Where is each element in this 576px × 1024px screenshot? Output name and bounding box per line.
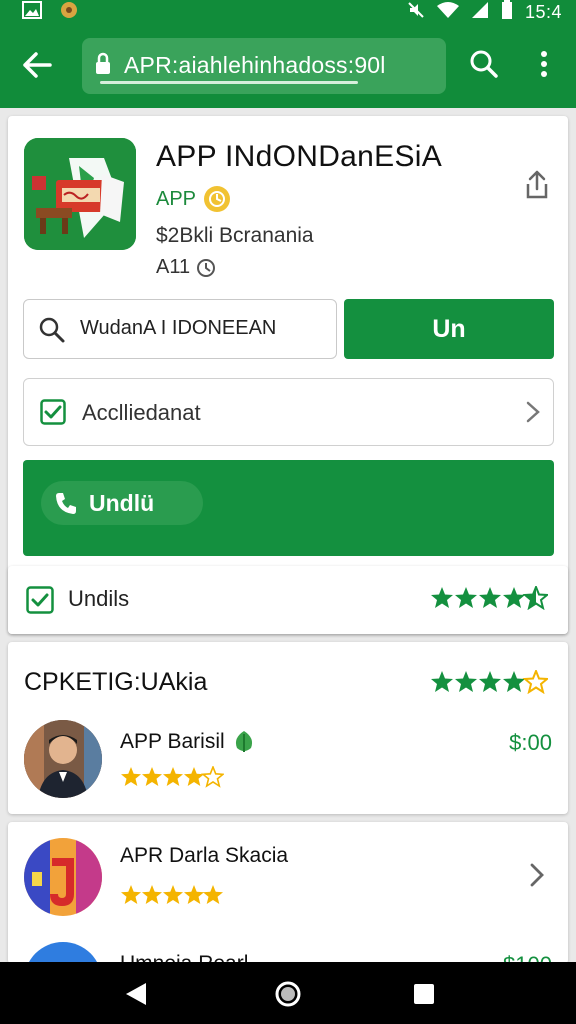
search-icon (470, 50, 498, 78)
app-developer[interactable]: APP (156, 186, 231, 212)
leaf-badge-icon (235, 731, 252, 752)
back-button[interactable] (14, 42, 60, 88)
square-recents-icon (414, 984, 434, 1004)
list-item-rating (120, 884, 224, 911)
checkbox-checked-icon (40, 399, 66, 425)
undils-label: Undils (68, 586, 130, 611)
notification-icon (60, 1, 78, 24)
list-item-label: APR Darla Skacia (120, 844, 289, 867)
chevron-right-icon (526, 401, 540, 423)
lock-icon (94, 52, 112, 81)
more-vertical-icon (541, 51, 547, 77)
mute-icon (407, 1, 425, 24)
call-pill-button[interactable]: Undlü (41, 481, 203, 525)
address-bar[interactable]: APR:aiahlehinhadoss:90l (82, 38, 446, 94)
nav-home-button[interactable] (268, 974, 308, 1014)
checkbox-row-label: Acclliedanat (82, 400, 201, 425)
circle-home-icon (275, 981, 301, 1007)
nav-recents-button[interactable] (404, 974, 444, 1014)
search-input-value: WudanA I IDONEEAN (80, 317, 277, 339)
avatar[interactable] (24, 838, 102, 916)
app-count: A11 (156, 256, 191, 278)
status-time: 15:4 (524, 2, 562, 22)
signal-icon (471, 1, 489, 24)
list-item-price: $:00 (509, 730, 552, 755)
gallery-icon (22, 1, 42, 24)
developer-label: APP (156, 187, 197, 210)
call-action-banner[interactable]: Undlü (23, 460, 554, 556)
rating-stars (430, 584, 550, 615)
section-rating-stars (430, 668, 550, 699)
app-title: APP INdONDanESiA (156, 140, 443, 173)
arrow-left-icon (23, 52, 52, 78)
app-price-info: $2Bkli Bcranania (156, 224, 314, 247)
overflow-menu-button[interactable] (522, 42, 566, 86)
search-button[interactable] (462, 42, 506, 86)
checkbox-checked-icon (26, 586, 54, 614)
list-section-card: CPKETIG:UAkia APP Barisil $:00 (8, 642, 568, 814)
browser-toolbar: APR:aiahlehinhadoss:90l (0, 22, 576, 108)
list-item-card[interactable]: APR Darla Skacia Umneia Rearl $100 (8, 822, 568, 1020)
triangle-back-icon (126, 983, 146, 1005)
nav-back-button[interactable] (116, 974, 156, 1014)
app-detail-card: APP INdONDanESiA APP $2Bkli Bcranania A1… (8, 116, 568, 634)
undils-row[interactable]: Undils (8, 566, 568, 634)
share-icon (526, 170, 548, 199)
url-text: APR:aiahlehinhadoss:90l (124, 52, 386, 78)
phone-icon (56, 493, 76, 514)
status-bar: 15:4 (0, 0, 576, 22)
list-item-rating (120, 764, 226, 793)
call-pill-label: Undlü (89, 489, 155, 516)
list-item-name[interactable]: APP Barisil (120, 730, 255, 754)
primary-action-button[interactable]: Un (344, 299, 554, 359)
search-input[interactable]: WudanA I IDONEEAN (23, 299, 337, 359)
checkbox-row[interactable]: Acclliedanat (23, 378, 554, 446)
avatar[interactable] (24, 720, 102, 798)
system-nav-bar (0, 962, 576, 1024)
list-item-label: APP Barisil (120, 730, 225, 753)
chevron-right-icon[interactable] (528, 862, 546, 888)
section-title: CPKETIG:UAkia (24, 668, 208, 696)
app-count-row: A11 (156, 256, 216, 279)
app-icon[interactable] (24, 138, 136, 250)
clock-badge-icon (204, 186, 231, 212)
wifi-icon (436, 1, 459, 24)
share-button[interactable] (520, 168, 554, 202)
search-icon (39, 317, 65, 343)
page-load-progress (100, 81, 358, 84)
clock-icon (197, 258, 216, 277)
